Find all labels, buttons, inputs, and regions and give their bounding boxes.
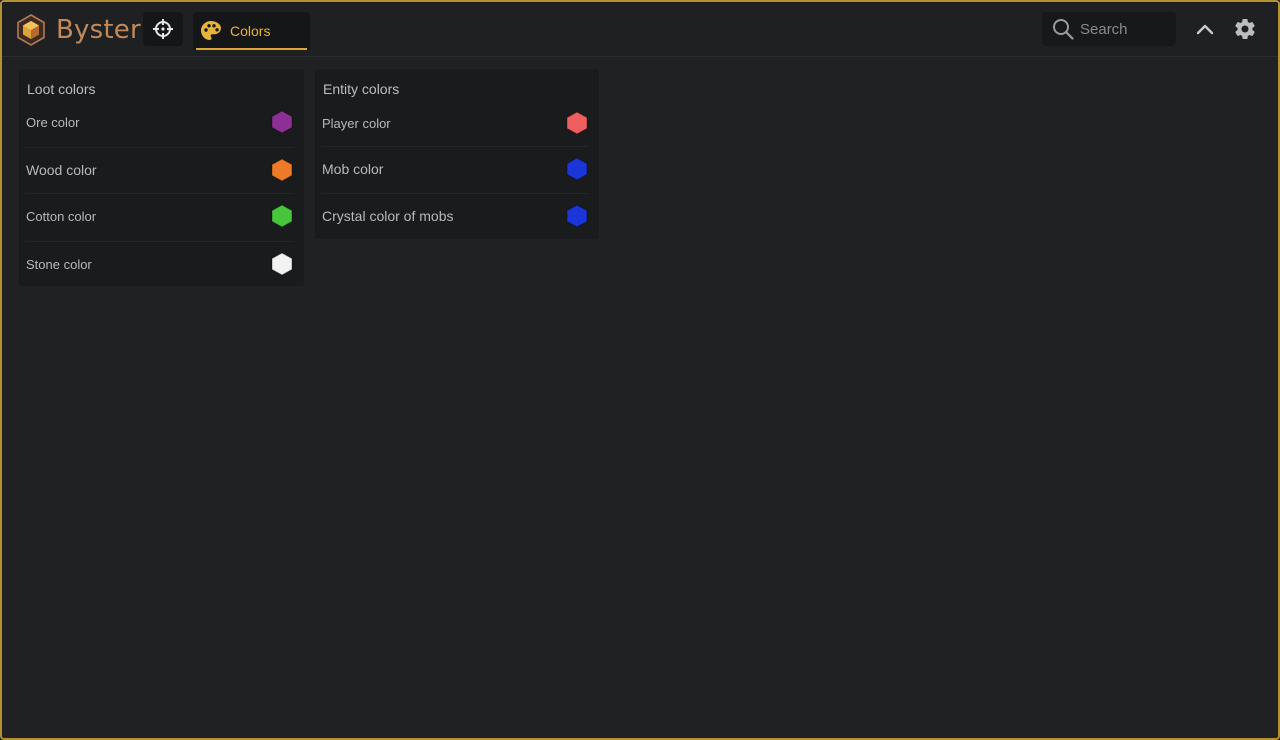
active-tab-indicator xyxy=(196,48,307,50)
collapse-button[interactable] xyxy=(1190,12,1220,46)
app-logo: Byster xyxy=(14,11,141,49)
row-label: Mob color xyxy=(322,161,384,177)
crosshair-icon xyxy=(153,19,173,39)
color-row-stone: Stone color xyxy=(19,241,304,287)
chevron-up-icon xyxy=(1196,24,1214,35)
row-label: Player color xyxy=(322,115,391,131)
app-name: Byster xyxy=(56,15,141,45)
settings-button[interactable] xyxy=(1230,12,1260,46)
row-label: Cotton color xyxy=(26,208,97,224)
search-icon xyxy=(1053,19,1074,40)
search-box[interactable] xyxy=(1042,12,1176,46)
app-window: Byster Colors Search Loot colors Ore col… xyxy=(0,0,1280,740)
crystal-color-swatch[interactable] xyxy=(565,204,589,228)
byster-logo-icon xyxy=(17,14,45,46)
stone-color-swatch[interactable] xyxy=(270,252,294,276)
player-color-swatch[interactable] xyxy=(565,111,589,135)
loot-colors-panel: Loot colors Ore color Wood color Cotton … xyxy=(19,69,304,286)
tab-crosshair[interactable] xyxy=(143,12,183,46)
mob-color-swatch[interactable] xyxy=(565,157,589,181)
panel-title: Entity colors xyxy=(323,81,400,97)
entity-colors-panel: Entity colors Player color Mob color Cry… xyxy=(315,69,599,239)
color-row-mob: Mob color xyxy=(315,146,599,192)
color-row-ore: Ore color xyxy=(19,99,304,145)
wood-color-swatch[interactable] xyxy=(270,158,294,182)
row-label: Crystal color of mobs xyxy=(322,208,454,224)
row-label: Stone color xyxy=(26,256,92,272)
color-row-player: Player color xyxy=(315,100,599,146)
search-input[interactable] xyxy=(1080,20,1170,38)
ore-color-swatch[interactable] xyxy=(270,110,294,134)
color-row-crystal: Crystal color of mobs xyxy=(315,193,599,239)
gear-icon xyxy=(1235,19,1255,39)
panel-title: Loot colors xyxy=(27,81,96,97)
color-row-wood: Wood color xyxy=(19,147,304,193)
cotton-color-swatch[interactable] xyxy=(270,204,294,228)
top-bar: Byster Colors xyxy=(2,2,1278,57)
palette-icon xyxy=(201,21,221,40)
row-label: Ore color xyxy=(26,114,80,130)
tab-colors-label: Colors xyxy=(230,23,271,39)
tab-colors[interactable]: Colors xyxy=(193,12,310,50)
row-label: Wood color xyxy=(26,162,97,178)
color-row-cotton: Cotton color xyxy=(19,193,304,239)
